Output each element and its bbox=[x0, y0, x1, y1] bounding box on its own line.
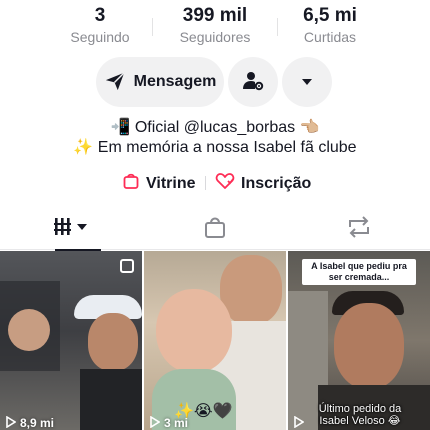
view-count-text: 8,9 mi bbox=[20, 416, 55, 430]
video-thumbnail[interactable]: 8,9 mi bbox=[0, 251, 142, 430]
inscricao-label: Inscrição bbox=[241, 174, 312, 192]
vitrine-label: Vitrine bbox=[146, 174, 196, 192]
repost-icon bbox=[346, 215, 372, 244]
message-button-label: Mensagem bbox=[133, 73, 217, 90]
subscription-heart-icon bbox=[215, 172, 241, 195]
video-caption-bottom: Último pedido da Isabel Veloso 😂 bbox=[318, 403, 402, 427]
tab-reposts[interactable] bbox=[287, 208, 430, 250]
shopping-bag-icon bbox=[203, 215, 227, 244]
play-icon bbox=[294, 415, 308, 430]
inscricao-link[interactable]: Inscrição bbox=[215, 172, 311, 195]
vitrine-link[interactable]: Vitrine bbox=[122, 172, 196, 195]
message-button[interactable]: Mensagem bbox=[96, 57, 224, 107]
followers-label: Seguidores bbox=[179, 29, 251, 45]
person-face bbox=[334, 303, 404, 389]
video-caption-top: A Isabel que pediu pra ser cremada... bbox=[302, 259, 416, 285]
tab-videos[interactable] bbox=[0, 208, 143, 251]
person-face bbox=[8, 309, 50, 351]
view-count: 3 mi bbox=[150, 415, 189, 430]
following-label: Seguindo bbox=[70, 29, 130, 45]
more-options-button[interactable] bbox=[282, 57, 332, 107]
view-count-text: 3 mi bbox=[164, 416, 189, 430]
chevron-down-icon bbox=[301, 75, 313, 90]
play-icon bbox=[150, 415, 164, 430]
links-divider bbox=[205, 176, 206, 190]
bio-line-2: ✨ Em memória a nossa Isabel fã clube bbox=[73, 139, 357, 156]
bio-line-1: 📲 Oficial @lucas_borbas 👈🏼 bbox=[110, 119, 320, 136]
tab-shop[interactable] bbox=[143, 208, 286, 250]
view-count: 8,9 mi bbox=[6, 415, 55, 430]
user-settings-icon bbox=[241, 69, 265, 96]
grid-icon bbox=[53, 216, 90, 243]
video-thumbnail[interactable]: A Isabel que pediu pra ser cremada... Úl… bbox=[288, 251, 430, 430]
video-thumbnail[interactable]: ✨😭🖤 3 mi bbox=[144, 251, 286, 430]
view-count bbox=[294, 415, 308, 430]
stat-likes[interactable]: 6,5 mi Curtidas bbox=[270, 4, 390, 46]
content-tabs bbox=[0, 208, 430, 251]
video-grid: 8,9 mi ✨😭🖤 3 mi A Isabel que pediu pra s… bbox=[0, 251, 430, 430]
likes-label: Curtidas bbox=[303, 29, 357, 45]
following-count: 3 bbox=[94, 5, 106, 26]
profile-stats: 3 Seguindo 399 mil Seguidores 6,5 mi Cur… bbox=[0, 4, 430, 48]
baby-face bbox=[156, 289, 232, 373]
followers-count: 399 mil bbox=[182, 5, 248, 26]
user-settings-button[interactable] bbox=[228, 57, 278, 107]
person-face bbox=[88, 313, 138, 371]
shopping-bag-icon bbox=[122, 172, 146, 195]
stat-divider bbox=[152, 18, 153, 36]
profile-actions: Mensagem bbox=[0, 57, 430, 107]
stat-followers[interactable]: 399 mil Seguidores bbox=[155, 4, 275, 46]
play-icon bbox=[6, 415, 20, 430]
person-shirt bbox=[80, 369, 142, 430]
stat-following[interactable]: 3 Seguindo bbox=[40, 4, 160, 46]
profile-links: Vitrine Inscrição bbox=[0, 172, 430, 194]
send-icon bbox=[104, 70, 126, 95]
likes-count: 6,5 mi bbox=[303, 5, 357, 26]
pinned-icon bbox=[120, 259, 134, 273]
